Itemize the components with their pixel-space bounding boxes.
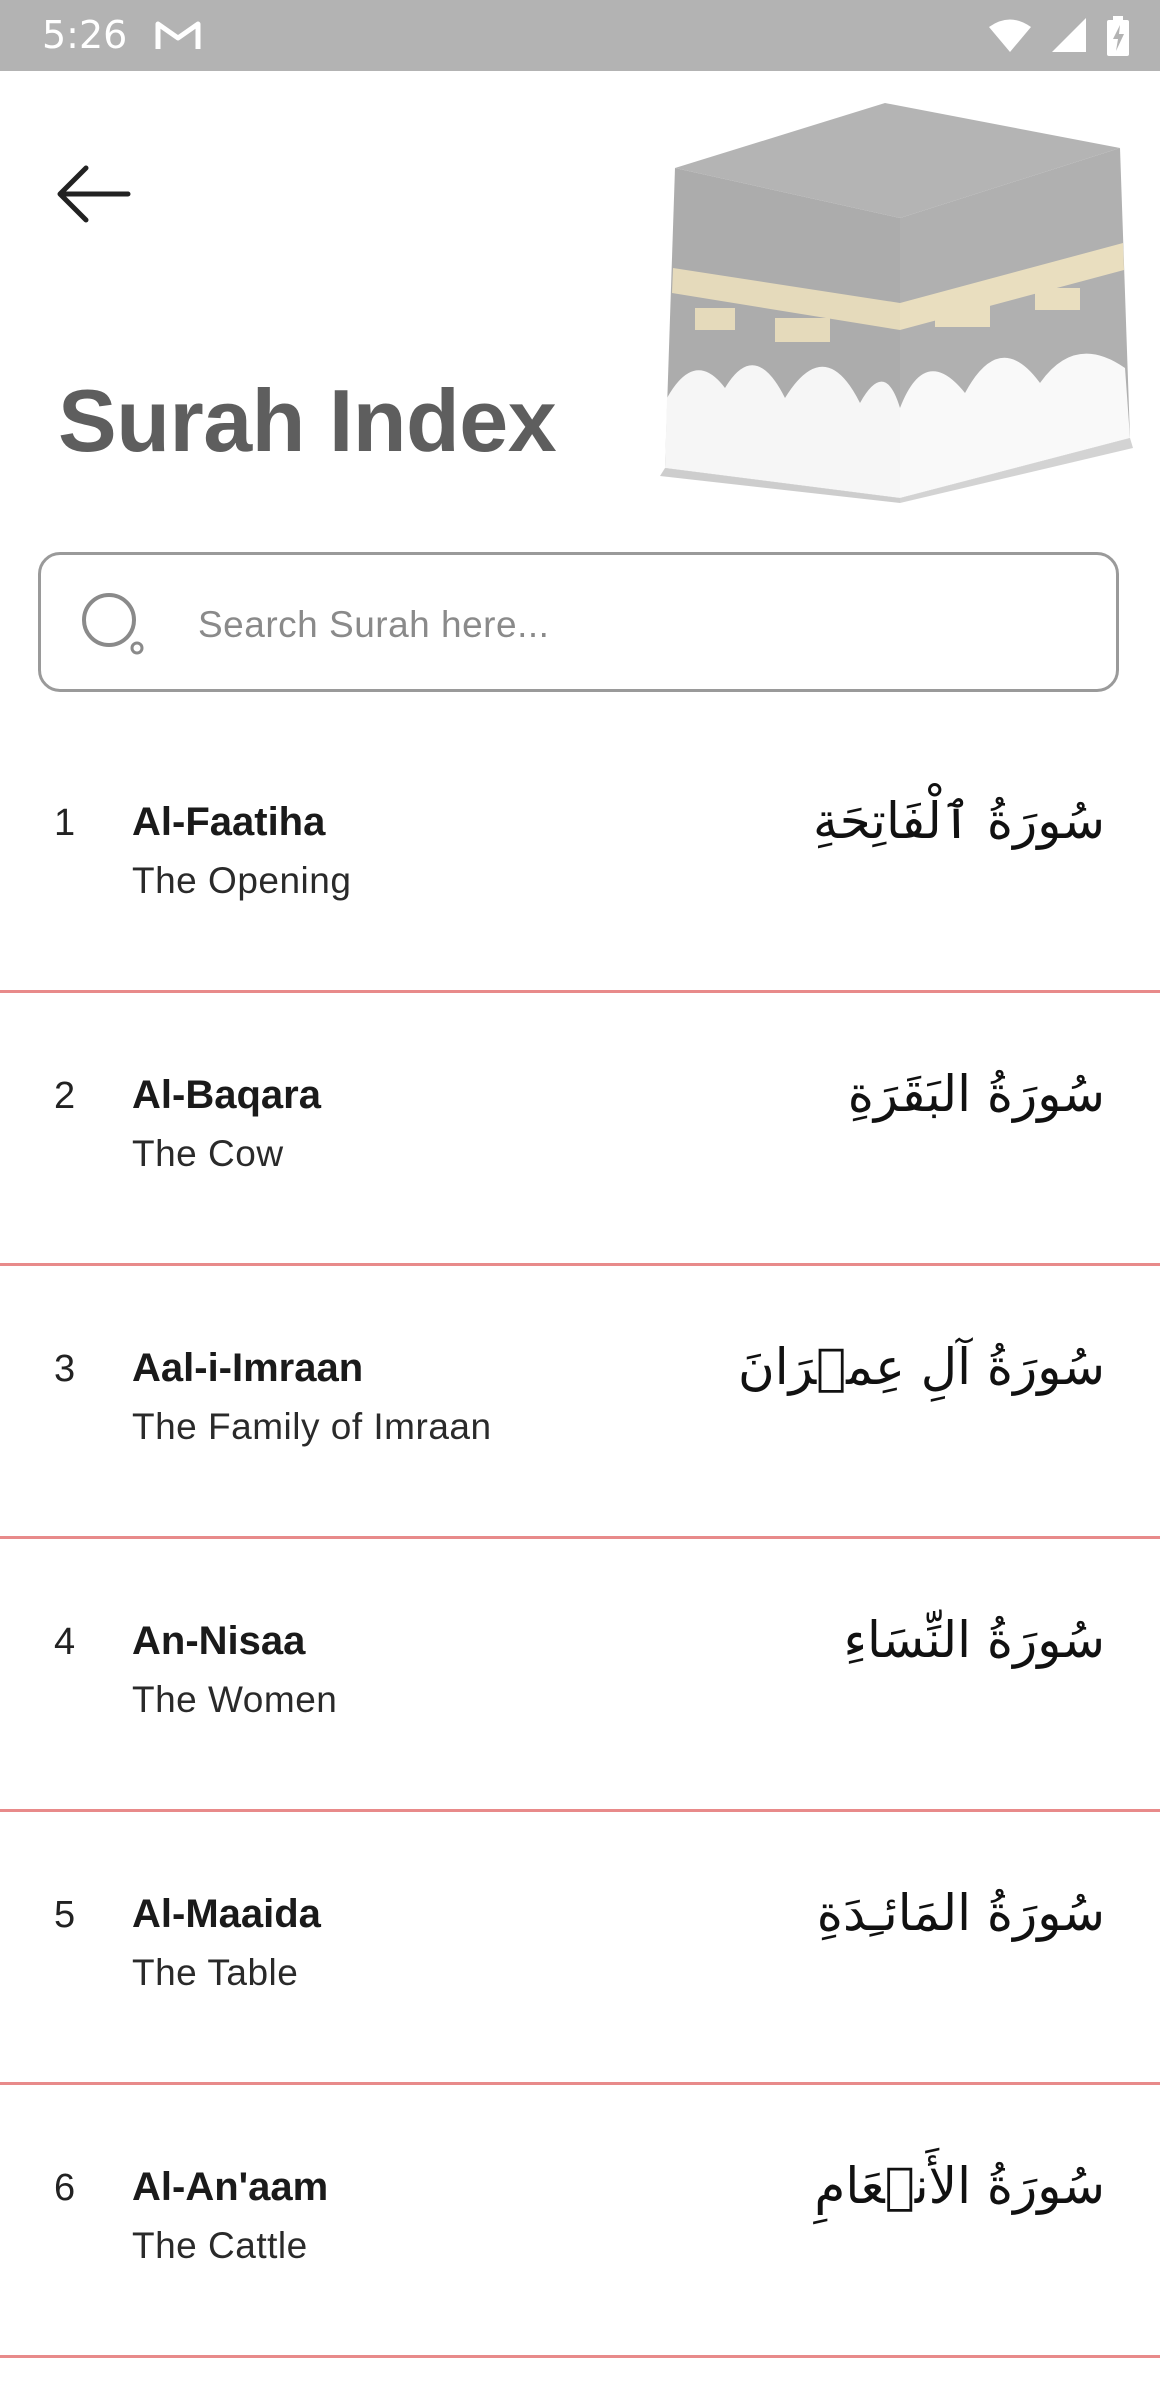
surah-number: 6: [54, 2167, 76, 2209]
surah-row[interactable]: 3 Aal-i-Imraan The Family of Imraan سُورَةُ…: [0, 1266, 1160, 1539]
surah-row[interactable]: 4 An-Nisaa The Women سُورَةُ النِّسَاءِ: [0, 1539, 1160, 1812]
surah-arabic-name: سُورَةُ المَائـِدَةِ: [816, 1884, 1105, 1942]
surah-row[interactable]: 1 Al-Faatiha The Opening سُورَةُ ٱلْفَاتِحَ…: [0, 720, 1160, 993]
page-title: Surah Index: [58, 371, 557, 470]
surah-arabic-name: سُورَةُ آلِ عِمۡرَانَ: [737, 1338, 1105, 1396]
search-input[interactable]: [196, 585, 1080, 665]
surah-name: Al-Faatiha: [132, 800, 326, 844]
surah-arabic-name: سُورَةُ الأَنۡعَامِ: [814, 2157, 1105, 2215]
surah-number: 5: [54, 1894, 76, 1936]
kaaba-image: [660, 103, 1133, 503]
signal-icon: [1052, 18, 1086, 52]
wifi-icon: [989, 19, 1031, 52]
surah-meaning: The Cow: [132, 1133, 284, 1174]
surah-name: Al-Baqara: [132, 1073, 321, 1117]
surah-name: Aal-i-Imraan: [132, 1346, 364, 1390]
surah-meaning: The Family of Imraan: [132, 1406, 492, 1447]
search-icon: [82, 593, 144, 655]
arrow-left-icon: [57, 165, 131, 223]
surah-meaning: The Opening: [132, 860, 352, 901]
surah-name: Al-An'aam: [132, 2165, 329, 2209]
surah-row[interactable]: 5 Al-Maaida The Table سُورَةُ المَائـِدَةِ: [0, 1812, 1160, 2085]
status-time: 5:26: [42, 13, 128, 57]
status-bar: 5:26: [0, 0, 1160, 71]
surah-arabic-name: سُورَةُ النِّسَاءِ: [843, 1611, 1105, 1669]
surah-meaning: The Cattle: [132, 2225, 308, 2266]
surah-number: 4: [54, 1621, 76, 1663]
surah-row[interactable]: 2 Al-Baqara The Cow سُورَةُ البَقَرَةِ: [0, 993, 1160, 1266]
surah-row[interactable]: 6 Al-An'aam The Cattle سُورَةُ الأَنۡعَامِ: [0, 2085, 1160, 2358]
surah-arabic-name: سُورَةُ البَقَرَةِ: [847, 1065, 1105, 1123]
surah-arabic-name: سُورَةُ ٱلْفَاتِحَةِ: [812, 792, 1105, 850]
surah-meaning: The Women: [132, 1679, 338, 1720]
status-icons: [988, 16, 1130, 56]
surah-name: Al-Maaida: [132, 1892, 321, 1936]
surah-meaning: The Table: [132, 1952, 299, 1993]
surah-number: 2: [54, 1075, 76, 1117]
battery-icon: [1107, 16, 1129, 56]
gmail-icon: [155, 21, 201, 49]
surah-name: An-Nisaa: [132, 1619, 306, 1663]
surah-number: 3: [54, 1348, 76, 1390]
search-box[interactable]: [38, 552, 1119, 692]
surah-number: 1: [54, 802, 76, 844]
back-button[interactable]: [50, 160, 140, 230]
surah-list: 1 Al-Faatiha The Opening سُورَةُ ٱلْفَاتِحَ…: [0, 720, 1160, 2358]
